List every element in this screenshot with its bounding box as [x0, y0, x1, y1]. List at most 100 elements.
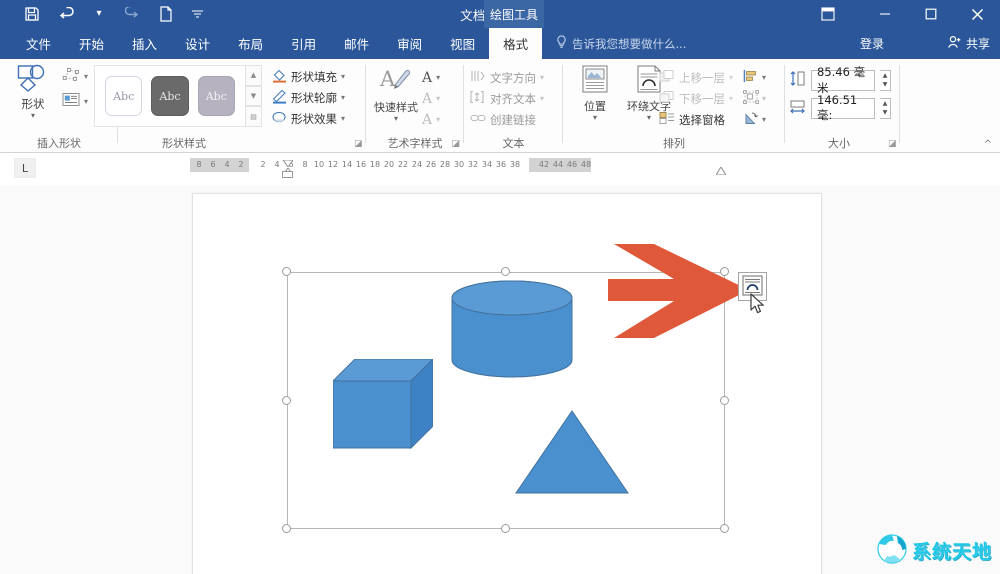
maximize-button[interactable] [908, 0, 954, 28]
cylinder-shape[interactable] [451, 280, 573, 380]
minimize-button[interactable] [862, 0, 908, 28]
position-button[interactable]: 位置 ▾ [571, 64, 619, 130]
resize-handle-middle-left[interactable] [282, 396, 291, 405]
undo-dropdown-icon[interactable]: ▾ [86, 0, 112, 28]
resize-handle-middle-right[interactable] [720, 396, 729, 405]
shape-width-spinner[interactable]: ▲ ▼ [880, 97, 891, 119]
tab-format[interactable]: 格式 [489, 28, 543, 59]
first-line-indent-marker[interactable] [282, 156, 294, 168]
height-spin-up-icon[interactable]: ▲ [880, 71, 890, 81]
create-link-button[interactable]: 创建链接 [470, 109, 552, 130]
tab-stop-selector[interactable]: L [14, 158, 36, 178]
group-button[interactable]: ▾ [743, 88, 777, 109]
triangle-shape[interactable] [515, 410, 629, 494]
text-effects-button[interactable]: A ▾ [422, 109, 458, 130]
align-caret-icon[interactable]: ▾ [762, 73, 766, 82]
text-effects-caret-icon[interactable]: ▾ [436, 115, 440, 124]
rotate-button[interactable]: ▾ [743, 109, 777, 130]
shape-outline-caret-icon[interactable]: ▾ [341, 93, 345, 102]
shape-fill-button[interactable]: 形状填充 ▾ [272, 66, 356, 87]
size-dialog-launcher[interactable]: ◪ [888, 139, 897, 149]
tab-home[interactable]: 开始 [65, 28, 118, 59]
wordart-quick-styles-button[interactable]: A 快速样式 ▾ [372, 65, 420, 131]
gallery-scroll-up-icon[interactable]: ▲ [246, 65, 262, 86]
text-outline-caret-icon[interactable]: ▾ [436, 94, 440, 103]
bring-forward-button: 上移一层 ▾ [659, 67, 745, 88]
gallery-more-icon[interactable]: ▤ [246, 106, 262, 128]
shape-style-swatch-1[interactable]: Abc [105, 76, 143, 116]
align-text-caret-icon[interactable]: ▾ [540, 94, 544, 103]
ribbon-display-options-icon[interactable] [808, 0, 848, 28]
text-fill-caret-icon[interactable]: ▾ [436, 73, 440, 82]
tab-design[interactable]: 设计 [171, 28, 224, 59]
gallery-scroll-down-icon[interactable]: ▼ [246, 85, 262, 107]
save-icon[interactable] [14, 0, 50, 28]
width-spin-down-icon[interactable]: ▼ [880, 108, 890, 118]
customize-quick-access-toolbar-icon[interactable] [184, 0, 210, 28]
tab-file[interactable]: 文件 [12, 28, 65, 59]
redo-icon[interactable] [112, 0, 148, 28]
text-direction-button[interactable]: 文字方向 ▾ [470, 67, 552, 88]
shape-effects-button[interactable]: 形状效果 ▾ [272, 108, 356, 129]
shape-fill-caret-icon[interactable]: ▾ [341, 72, 345, 81]
group-label-size: 大小 [828, 137, 850, 150]
left-indent-marker[interactable] [282, 171, 293, 178]
resize-handle-top-center[interactable] [501, 267, 510, 276]
share-button[interactable]: 共享 [947, 28, 990, 59]
cube-shape[interactable] [331, 357, 435, 450]
sign-in-button[interactable]: 登录 [860, 28, 884, 59]
text-box-caret-icon[interactable]: ▾ [84, 97, 88, 106]
wrap-text-caret-icon[interactable]: ▾ [647, 114, 651, 122]
resize-handle-bottom-left[interactable] [282, 524, 291, 533]
new-blank-document-icon[interactable] [148, 0, 184, 28]
quick-access-toolbar: ▾ [14, 0, 210, 28]
shape-width-input[interactable]: 146.51 毫: [811, 93, 875, 122]
width-spin-up-icon[interactable]: ▲ [880, 99, 890, 109]
position-caret-icon[interactable]: ▾ [593, 114, 597, 122]
shape-height-input[interactable]: 85.46 毫米 [811, 65, 875, 95]
tell-me-search[interactable]: 告诉我您想要做什么... [556, 28, 686, 59]
wordart-quick-styles-caret-icon[interactable]: ▾ [394, 115, 398, 123]
tab-view[interactable]: 视图 [436, 28, 489, 59]
resize-handle-top-left[interactable] [282, 267, 291, 276]
shape-style-swatch-2[interactable]: Abc [151, 76, 189, 116]
ribbon-group-wordart-styles: A 快速样式 ▾ A ▾ A ▾ A ▾ 艺术字样式 ◪ [366, 59, 464, 153]
hanging-indent-marker[interactable] [282, 164, 294, 176]
collapse-ribbon-button[interactable]: ^ [984, 139, 992, 150]
close-button[interactable] [954, 0, 1000, 28]
arrow-shape[interactable] [608, 243, 750, 339]
edit-shape-caret-icon[interactable]: ▾ [84, 72, 88, 81]
shape-effects-caret-icon[interactable]: ▾ [341, 114, 345, 123]
right-indent-marker[interactable] [715, 164, 727, 176]
text-outline-button[interactable]: A ▾ [422, 88, 458, 109]
ruler-tick: 22 [397, 160, 409, 169]
shape-styles-gallery-scrollbar[interactable]: ▲ ▼ ▤ [246, 65, 262, 128]
ruler-tick: 4 [274, 160, 280, 169]
wordart-dialog-launcher[interactable]: ◪ [451, 139, 460, 149]
tab-insert[interactable]: 插入 [118, 28, 171, 59]
group-caret-icon[interactable]: ▾ [762, 94, 766, 103]
shape-styles-gallery[interactable]: Abc Abc Abc [94, 65, 246, 127]
text-fill-button[interactable]: A ▾ [422, 67, 458, 88]
tab-mailings[interactable]: 邮件 [330, 28, 383, 59]
shape-height-spinner[interactable]: ▲ ▼ [880, 69, 891, 91]
shape-styles-dialog-launcher[interactable]: ◪ [354, 139, 363, 149]
shape-style-swatch-3[interactable]: Abc [197, 76, 235, 116]
shapes-dropdown-caret-icon[interactable]: ▾ [31, 112, 35, 120]
shape-outline-button[interactable]: 形状轮廓 ▾ [272, 87, 356, 108]
rotate-caret-icon[interactable]: ▾ [762, 115, 766, 124]
tab-references[interactable]: 引用 [277, 28, 330, 59]
tab-review[interactable]: 审阅 [383, 28, 436, 59]
align-text-button[interactable]: 对齐文本 ▾ [470, 88, 552, 109]
text-group-buttons: 文字方向 ▾ 对齐文本 ▾ 创建链接 [470, 67, 552, 130]
text-direction-caret-icon[interactable]: ▾ [540, 73, 544, 82]
resize-handle-bottom-right[interactable] [720, 524, 729, 533]
shapes-button[interactable]: 形状 ▾ [8, 64, 58, 130]
contextual-tab-title: 绘图工具 [484, 0, 544, 28]
height-spin-down-icon[interactable]: ▼ [880, 80, 890, 90]
undo-icon[interactable] [50, 0, 86, 28]
resize-handle-bottom-center[interactable] [501, 524, 510, 533]
tab-layout[interactable]: 布局 [224, 28, 277, 59]
align-button[interactable]: ▾ [743, 67, 777, 88]
selection-pane-button[interactable]: 选择窗格 [659, 109, 745, 130]
